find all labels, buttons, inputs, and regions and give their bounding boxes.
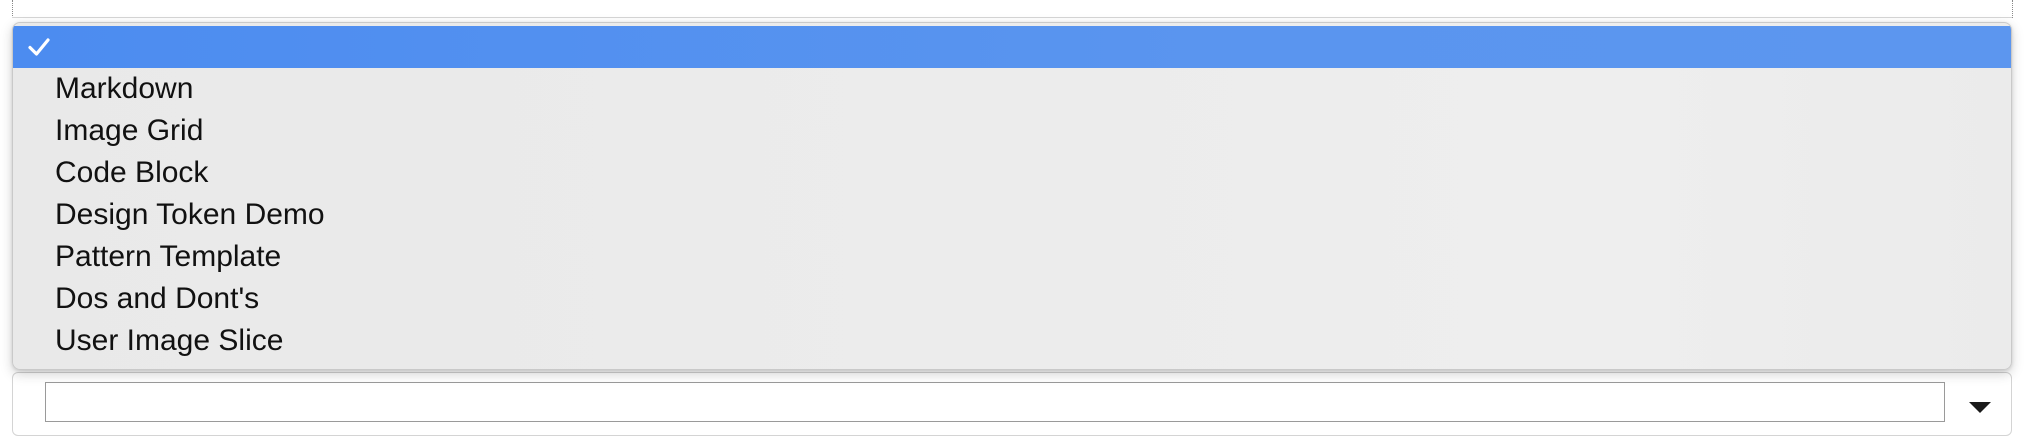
caret-down-icon[interactable] (1969, 402, 1991, 413)
checkmark-icon (28, 38, 50, 56)
dropdown-option-label: Dos and Dont's (55, 282, 260, 315)
dropdown-option-user-image-slice[interactable]: User Image Slice (13, 320, 2011, 362)
dropdown-option-label: User Image Slice (55, 324, 284, 357)
dropdown-option-markdown[interactable]: Markdown (13, 68, 2011, 110)
container-edge-right (2012, 0, 2013, 18)
dropdown-menu: Markdown Image Grid Code Block Design To… (12, 22, 2012, 370)
dropdown-option-code-block[interactable]: Code Block (13, 152, 2011, 194)
dropdown-option-empty[interactable] (13, 26, 2011, 68)
dropdown-option-label: Design Token Demo (55, 198, 325, 231)
dropdown-option-label: Code Block (55, 156, 209, 189)
dropdown-option-label: Markdown (55, 72, 194, 105)
dropdown-option-label: Image Grid (55, 114, 204, 147)
container-edge-left (12, 0, 13, 18)
dropdown-option-label: Pattern Template (55, 240, 282, 273)
component-type-select[interactable] (12, 372, 2012, 436)
dropdown-options: Markdown Image Grid Code Block Design To… (13, 26, 2011, 362)
container-top-border (12, 17, 2012, 18)
select-text-field[interactable] (45, 382, 1945, 422)
page: Markdown Image Grid Code Block Design To… (0, 0, 2032, 446)
dropdown-option-image-grid[interactable]: Image Grid (13, 110, 2011, 152)
dropdown-option-pattern-template[interactable]: Pattern Template (13, 236, 2011, 278)
dropdown-option-design-token-demo[interactable]: Design Token Demo (13, 194, 2011, 236)
dropdown-option-dos-and-donts[interactable]: Dos and Dont's (13, 278, 2011, 320)
